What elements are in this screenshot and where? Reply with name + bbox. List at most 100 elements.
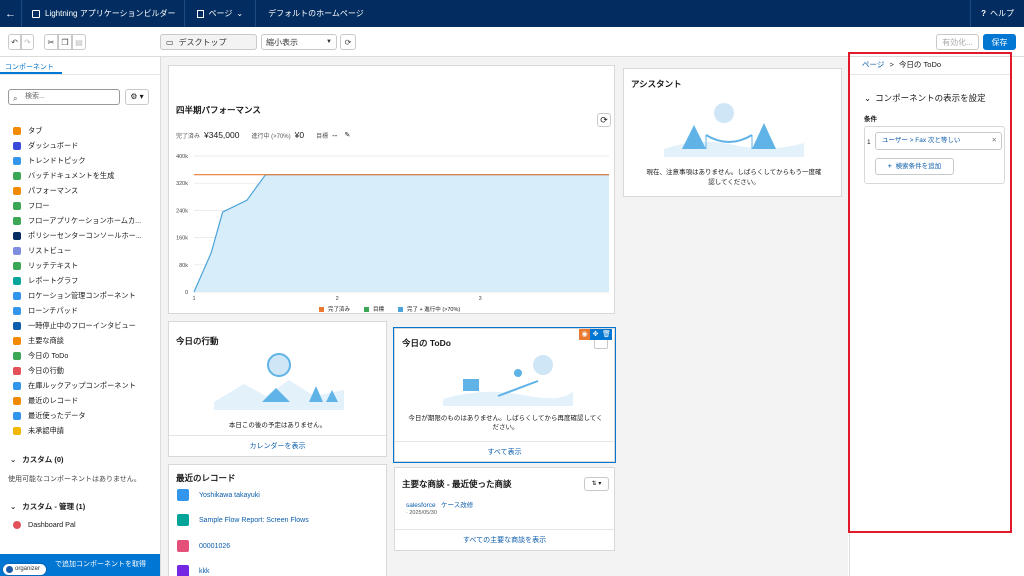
component-item[interactable]: リストビュー [13, 243, 158, 258]
component-item[interactable]: ポリシーセンターコンソールホー... [13, 228, 158, 243]
deals-filter-button[interactable]: ⇅ ▾ [584, 477, 609, 491]
close-icon[interactable]: ✕ [992, 133, 997, 149]
component-item[interactable]: バッチドキュメントを生成 [13, 168, 158, 183]
x-tick-label: 3 [479, 296, 482, 302]
pencil-icon[interactable]: ✎ [344, 131, 350, 139]
eye-icon[interactable]: ◉ [579, 329, 590, 340]
refresh-icon: ⟳ [344, 37, 352, 47]
tab-components[interactable]: コンポーネント [0, 57, 160, 75]
activate-button[interactable]: 有効化... [936, 34, 979, 50]
component-item[interactable]: 今日の行動 [13, 363, 158, 378]
component-item[interactable]: 在庫ルックアップコンポーネント [13, 378, 158, 393]
move-icon[interactable]: ✥ [590, 329, 601, 340]
delete-icon[interactable]: 🗑 [601, 329, 612, 340]
legend-item: 完了 + 進行中 (>70%) [398, 305, 460, 313]
cut-button[interactable]: ✂ [44, 34, 58, 50]
component-icon [13, 426, 21, 435]
undo-button[interactable]: ↶ [8, 34, 21, 50]
filter-pill[interactable]: ユーザー > Fax 次と等しい ✕ [875, 132, 1002, 150]
view-select[interactable]: 縮小表示 ▼ [261, 34, 337, 50]
recent-item[interactable]: kkk [177, 565, 210, 576]
y-tick-label: 0 [185, 290, 188, 296]
component-item[interactable]: ダッシュボード [13, 138, 158, 153]
assistant-illustration [664, 103, 804, 157]
deal-row[interactable]: salesforce ケース改修 [406, 499, 473, 509]
paste-button[interactable]: ▤ [72, 34, 86, 50]
component-icon [13, 291, 21, 300]
recent-item[interactable]: 00001026 [177, 540, 230, 552]
save-button[interactable]: 保存 [983, 34, 1016, 50]
component-item[interactable]: 未承認申請 [13, 423, 158, 438]
component-icon [13, 141, 21, 150]
x-tick-label: 2 [336, 296, 339, 302]
refresh-button[interactable]: ⟳ [340, 34, 356, 50]
chevron-down-icon: ⌄ [10, 455, 17, 464]
organizer-badge[interactable]: organizer [3, 564, 47, 575]
todo-card[interactable]: 今日の ToDo 今日が期限のものはありません。しばらくしてから再度確認してくだ… [393, 327, 616, 463]
filter-label: 条件 [864, 116, 877, 123]
legend-item: 完了済み [319, 305, 350, 313]
key-deals-card[interactable]: 主要な商談 - 最近使った商談 ⇅ ▾ salesforce ケース改修 · 2… [394, 467, 615, 551]
breadcrumb-page-link[interactable]: ページ [862, 60, 884, 69]
assistant-message: 現在、注意事項はありません。しばらくしてからもう一度確認してください。 [646, 169, 822, 186]
visibility-section-header[interactable]: ⌄ コンポーネントの表示を設定 [864, 92, 986, 104]
recent-records-card[interactable]: 最近のレコード Yoshikawa takayuki Sample Flow R… [168, 464, 387, 576]
chevron-down-icon: ⌄ [236, 9, 244, 18]
component-item[interactable]: フロー [13, 198, 158, 213]
component-item[interactable]: パフォーマンス [13, 183, 158, 198]
assistant-card[interactable]: アシスタント 現在、注意事項はありません。しばらくしてからもう一度確認してくださ… [623, 68, 842, 197]
component-icon [13, 306, 21, 315]
component-dashboard-pal[interactable]: Dashboard Pal [13, 520, 76, 529]
component-item[interactable]: ロケーション管理コンポーネント [13, 288, 158, 303]
component-item[interactable]: トレンドトピック [13, 153, 158, 168]
component-item[interactable]: フローアプリケーションホームカ... [13, 213, 158, 228]
component-item[interactable]: 一時停止中のフローインタビュー [13, 318, 158, 333]
copy-button[interactable]: ❐ [58, 34, 72, 50]
recent-item[interactable]: Yoshikawa takayuki [177, 489, 260, 501]
help-link[interactable]: ? ヘルプ [970, 0, 1024, 27]
component-item[interactable]: 最近のレコード [13, 393, 158, 408]
search-input[interactable]: ⌕ 検索... [8, 89, 120, 105]
chart-legend: 完了済み 目標 完了 + 進行中 (>70%) [319, 305, 460, 313]
selection-tools: ◉ ✥ 🗑 [579, 329, 612, 340]
back-arrow-icon[interactable]: ← [0, 0, 22, 27]
component-item[interactable]: 今日の ToDo [13, 348, 158, 363]
redo-icon: ↷ [24, 37, 31, 47]
component-icon [13, 261, 21, 270]
component-item[interactable]: 最近使ったデータ [13, 408, 158, 423]
tab-underline [0, 72, 62, 74]
component-item[interactable]: 主要な商談 [13, 333, 158, 348]
deal-date: · 2025/05/30 [406, 510, 437, 516]
scissors-icon: ✂ [47, 37, 55, 47]
case-icon [177, 540, 189, 552]
legend-swatch [364, 306, 370, 312]
redo-button[interactable]: ↷ [21, 34, 34, 50]
todo-illustration [443, 355, 573, 406]
add-filter-button[interactable]: + 検索条件を追加 [875, 158, 954, 175]
filter-icon: ⇅ ▾ [591, 481, 602, 487]
component-item[interactable]: リッチテキスト [13, 258, 158, 273]
clipboard-icon: ▤ [75, 37, 83, 47]
view-calendar-link[interactable]: カレンダーを表示 [169, 435, 386, 457]
device-selector[interactable]: ▭ デスクトップ [160, 34, 257, 50]
settings-menu-button[interactable]: ⚙ ▾ [125, 89, 149, 105]
events-card[interactable]: 今日の行動 本日この後の予定はありません。 カレンダーを表示 [168, 321, 387, 457]
page-menu[interactable]: ページ ⌄ [185, 0, 257, 27]
performance-refresh-button[interactable]: ⟳ [597, 113, 611, 127]
component-list: タブ ダッシュボード トレンドトピック バッチドキュメントを生成 パフォーマンス フローフ… [13, 123, 158, 438]
component-icon [13, 321, 21, 330]
component-item[interactable]: ローンチパッド [13, 303, 158, 318]
view-all-todo-link[interactable]: すべて表示 [395, 441, 614, 463]
section-managed[interactable]: ⌄ カスタム - 管理 (1) [10, 501, 85, 512]
performance-title: 四半期パフォーマンス [176, 105, 261, 115]
component-item[interactable]: タブ [13, 123, 158, 138]
custom-object-icon [177, 565, 189, 576]
section-custom[interactable]: ⌄ カスタム (0) [10, 454, 64, 465]
component-item[interactable]: レポートグラフ [13, 273, 158, 288]
view-all-deals-link[interactable]: すべての主要な商談を表示 [395, 529, 614, 551]
y-tick-label: 400k [176, 154, 188, 160]
recent-item[interactable]: Sample Flow Report: Screen Flows [177, 514, 309, 526]
chevron-down-icon: ⌄ [10, 502, 17, 511]
performance-card[interactable]: 四半期パフォーマンス ⟳ 完了済み ¥345,000 進行中 (>70%) ¥0… [168, 65, 615, 314]
page-name: デフォルトのホームページ [268, 9, 364, 18]
